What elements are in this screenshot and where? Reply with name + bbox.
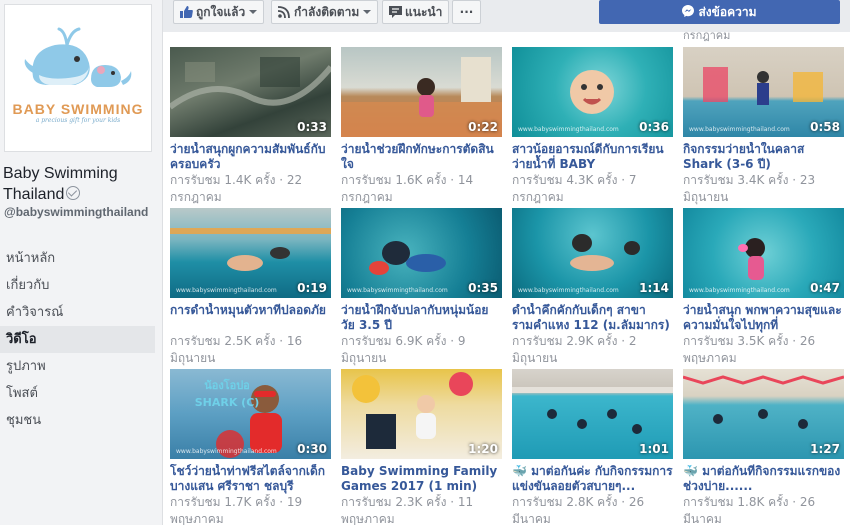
video-meta: การรับชม 3.4K ครั้ง · 23 มิถุนายน (683, 173, 816, 204)
recommend-button[interactable]: แนะนำ (382, 0, 450, 24)
video-title[interactable]: ว่ายน้ำช่วยฝึกทักษะการตัดสินใจ (341, 142, 502, 172)
speech-bubble-icon (389, 6, 402, 18)
video-meta: การรับชม 2.8K ครั้ง · 26 มีนาคม (512, 495, 645, 525)
video-title[interactable]: กิจกรรมว่ายน้ำในคลาส Shark (3-6 ปี) (683, 142, 844, 172)
video-thumbnail[interactable]: 0:33 (170, 47, 331, 137)
video-thumbnail[interactable]: www.babyswimmingthailand.com 0:47 (683, 208, 844, 298)
video-title[interactable]: ว่ายน้ำสนุก พกพาความสุขและความมั่นใจไปทุ… (683, 303, 844, 333)
nav-item-posts[interactable]: โพสต์ (0, 380, 155, 407)
nav-item-videos[interactable]: วิดีโอ (0, 326, 155, 353)
video-thumbnail[interactable]: www.babyswimmingthailand.com 0:35 (341, 208, 502, 298)
video-duration: 0:30 (297, 442, 327, 456)
video-grid: กรกฎาคม 0:33 ว่ายน้ำสนุกผูกความสัมพันธ์ก… (163, 32, 850, 525)
follow-button[interactable]: กำลังติดตาม (271, 0, 379, 24)
video-meta: การรับชม 3.5K ครั้ง · 26 พฤษภาคม (683, 334, 816, 365)
nav-item-community[interactable]: ชุมชน (0, 407, 155, 434)
video-thumbnail[interactable]: 1:01 (512, 369, 673, 459)
video-thumbnail[interactable]: 0:22 (341, 47, 502, 137)
profile-picture[interactable]: BABY SWIMMING a precious gift for your k… (4, 4, 152, 152)
video-thumbnail[interactable]: www.babyswimmingthailand.com 0:19 (170, 208, 331, 298)
video-meta: การรับชม 4.3K ครั้ง · 7 กรกฎาคม (512, 173, 637, 204)
video-thumbnail[interactable]: 1:20 (341, 369, 502, 459)
page-nav: หน้าหลัก เกี่ยวกับ คำวิจารณ์ วิดีโอ รูปภ… (0, 245, 155, 434)
video-duration: 0:22 (468, 120, 498, 134)
nav-item-about[interactable]: เกี่ยวกับ (0, 272, 155, 299)
send-message-label: ส่งข้อความ (698, 5, 757, 19)
video-watermark: www.babyswimmingthailand.com (689, 287, 790, 294)
video-meta: การรับชม 2.3K ครั้ง · 11 พฤษภาคม (341, 495, 474, 525)
whale-logo-icon: BABY SWIMMING a precious gift for your k… (13, 27, 144, 124)
video-meta: การรับชม 2.9K ครั้ง · 2 มิถุนายน (512, 334, 637, 365)
more-button[interactable]: ··· (452, 0, 481, 24)
video-meta: การรับชม 6.9K ครั้ง · 9 มิถุนายน (341, 334, 466, 365)
video-thumbnail[interactable]: www.babyswimmingthailand.com 0:58 (683, 47, 844, 137)
send-message-button[interactable]: ส่งข้อความ (599, 0, 840, 24)
messenger-icon (682, 5, 695, 17)
video-thumbnail[interactable]: 1:27 (683, 369, 844, 459)
page-action-bar: ถูกใจแล้ว กำลังติดตาม แนะนำ ··· ส่งข้อคว… (163, 0, 850, 32)
page-name-text[interactable]: Baby Swimming Thailand (3, 165, 118, 203)
like-button-label: ถูกใจแล้ว (196, 5, 246, 19)
verified-badge-icon (66, 186, 81, 200)
video-title[interactable]: ดำน้ำคึกคักกับเด็กๆ สาขารามคำแหง 112 (ม.… (512, 303, 673, 333)
rss-icon (278, 6, 290, 18)
video-thumbnail[interactable]: www.babyswimmingthailand.com 0:36 (512, 47, 673, 137)
video-meta: การรับชม 1.8K ครั้ง · 26 มีนาคม (683, 495, 816, 525)
video-title[interactable]: โชว์ว่ายน้ำท่าฟรีสไตล์จากเด็กบางแสน ศรีร… (170, 464, 331, 494)
page-handle[interactable]: @babyswimmingthailand (4, 206, 154, 219)
video-duration: 1:27 (810, 442, 840, 456)
video-watermark: www.babyswimmingthailand.com (518, 287, 619, 294)
page-title[interactable]: Baby Swimming Thailand (3, 163, 159, 205)
video-title[interactable]: สาวน้อยอารมณ์ดีกับการเรียนว่ายน้ำที่ BAB… (512, 142, 673, 172)
video-duration: 0:33 (297, 120, 327, 134)
svg-text:a precious gift for your kids: a precious gift for your kids (36, 117, 121, 124)
video-overlay-text: น้องโอปอ SHARK (C) (194, 379, 260, 409)
video-watermark: www.babyswimmingthailand.com (689, 126, 790, 133)
video-duration: 0:36 (639, 120, 669, 134)
video-meta: การรับชม 1.4K ครั้ง · 22 กรกฎาคม (170, 173, 303, 204)
video-title[interactable]: ว่ายน้ำสนุกผูกความสัมพันธ์กับครอบครัว (170, 142, 331, 172)
follow-button-label: กำลังติดตาม (294, 5, 360, 19)
video-title[interactable]: 🐳 มาต่อกันที่กิจกรรมแรกของช่วงบ่าย...... (683, 464, 844, 494)
video-watermark: www.babyswimmingthailand.com (347, 287, 448, 294)
video-duration: 1:20 (468, 442, 498, 456)
video-duration: 0:58 (810, 120, 840, 134)
nav-item-home[interactable]: หน้าหลัก (0, 245, 155, 272)
video-duration: 0:47 (810, 281, 840, 295)
video-thumbnail[interactable]: น้องโอปอ SHARK (C) www.babyswimmingthail… (170, 369, 331, 459)
video-duration: 1:01 (639, 442, 669, 456)
thumbs-up-icon (180, 6, 193, 18)
nav-item-photos[interactable]: รูปภาพ (0, 353, 155, 380)
video-title[interactable]: Baby Swimming Family Games 2017 (1 min) (341, 464, 502, 494)
video-watermark: www.babyswimmingthailand.com (176, 448, 277, 455)
video-meta: การรับชม 1.7K ครั้ง · 19 พฤษภาคม (170, 495, 303, 525)
video-title[interactable]: ว่ายน้ำฝึกจับปลากับหนุ่มน้อยวัย 3.5 ปี (341, 303, 502, 333)
chevron-down-icon (249, 10, 258, 14)
left-column: BABY SWIMMING a precious gift for your k… (0, 0, 163, 525)
video-meta: การรับชม 2.5K ครั้ง · 16 มิถุนายน (170, 334, 303, 365)
video-duration: 0:35 (468, 281, 498, 295)
video-title[interactable]: การดำน้ำหมุนตัวหาทีปลอดภัย (170, 303, 331, 318)
chevron-down-icon (363, 10, 372, 14)
video-duration: 1:14 (639, 281, 669, 295)
video-title[interactable]: 🐳 มาต่อกันค่ะ กับกิจกรรมการแข่งขันลอยตัว… (512, 464, 673, 494)
video-meta: การรับชม 1.6K ครั้ง · 14 กรกฎาคม (341, 173, 474, 204)
recommend-button-label: แนะนำ (405, 5, 443, 19)
like-button[interactable]: ถูกใจแล้ว (173, 0, 265, 24)
nav-item-reviews[interactable]: คำวิจารณ์ (0, 299, 155, 326)
svg-text:BABY SWIMMING: BABY SWIMMING (13, 101, 144, 117)
video-watermark: www.babyswimmingthailand.com (518, 126, 619, 133)
video-thumbnail[interactable]: www.babyswimmingthailand.com 1:14 (512, 208, 673, 298)
video-watermark: www.babyswimmingthailand.com (176, 287, 277, 294)
video-duration: 0:19 (297, 281, 327, 295)
cutoff-date-text: กรกฎาคม (683, 32, 731, 42)
